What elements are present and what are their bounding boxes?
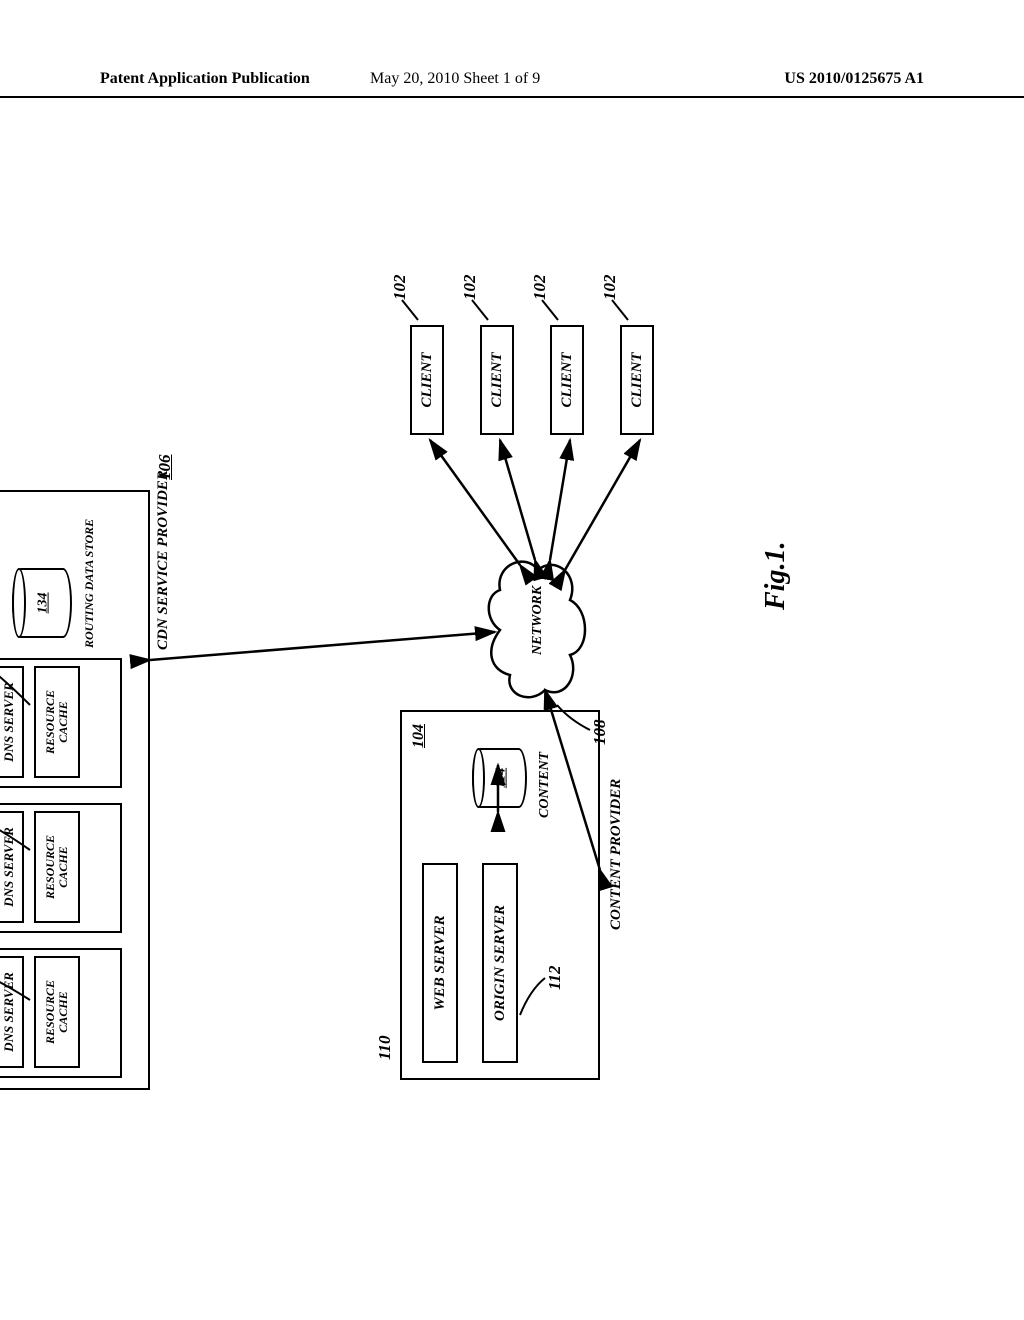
cdn-pop-1-dns: DNS SERVER (0, 956, 24, 1068)
web-server-box: WEB SERVER (422, 863, 458, 1063)
network-label: NETWORK (530, 586, 546, 655)
content-provider-container: WEB SERVER ORIGIN SERVER 114 CONTENT 104 (400, 710, 600, 1080)
routing-data-store-ref: 134 (36, 570, 52, 636)
header-center: May 20, 2010 Sheet 1 of 9 (370, 70, 540, 88)
client-ref-2: 102 (460, 275, 480, 301)
client-ref-1: 102 (390, 275, 410, 301)
client-box-3: CLIENT (550, 325, 584, 435)
cdn-pop-2-dns: DNS SERVER (0, 811, 24, 923)
cdn-service-provider-container: CDN POP I DNS SERVER RESOURCE CACHE CDN … (0, 490, 150, 1090)
origin-server-ref: 112 (545, 965, 565, 990)
network-ref: 108 (590, 720, 610, 746)
content-provider-ref: 104 (410, 724, 428, 748)
client-box-1: CLIENT (410, 325, 444, 435)
cdn-pop-3: CDN POP III DNS SERVER RESOURCE CACHE (0, 658, 122, 788)
cdn-pop-2: CDN POP II DNS SERVER RESOURCE CACHE (0, 803, 122, 933)
cdn-pop-3-dns: DNS SERVER (0, 666, 24, 778)
routing-data-store-cylinder: 134 (12, 568, 72, 638)
cdn-pop-1-cache: RESOURCE CACHE (34, 956, 80, 1068)
content-cylinder: 114 (472, 748, 527, 808)
cdn-service-provider-title: CDN SERVICE PROVIDER (155, 470, 172, 650)
client-box-2: CLIENT (480, 325, 514, 435)
header-right: US 2010/0125675 A1 (784, 70, 924, 88)
cdn-service-provider-ref: 106 (155, 455, 175, 481)
figure-caption: Fig.1. (760, 542, 792, 610)
content-label: CONTENT (537, 752, 553, 818)
routing-data-store-label: ROUTING DATA STORE (82, 498, 97, 648)
cdn-pop-3-cache: RESOURCE CACHE (34, 666, 80, 778)
client-ref-3: 102 (530, 275, 550, 301)
origin-server-box: ORIGIN SERVER (482, 863, 518, 1063)
header-left: Patent Application Publication (100, 70, 310, 88)
cdn-pop-2-cache: RESOURCE CACHE (34, 811, 80, 923)
content-ref: 114 (493, 750, 509, 806)
web-server-ref: 110 (375, 1035, 395, 1060)
client-ref-4: 102 (600, 275, 620, 301)
client-box-4: CLIENT (620, 325, 654, 435)
header: Patent Application Publication May 20, 2… (0, 70, 1024, 98)
cdn-pop-1: CDN POP I DNS SERVER RESOURCE CACHE (0, 948, 122, 1078)
content-provider-title: CONTENT PROVIDER (608, 779, 625, 930)
diagram: CDN POP I DNS SERVER RESOURCE CACHE CDN … (0, 270, 950, 1030)
